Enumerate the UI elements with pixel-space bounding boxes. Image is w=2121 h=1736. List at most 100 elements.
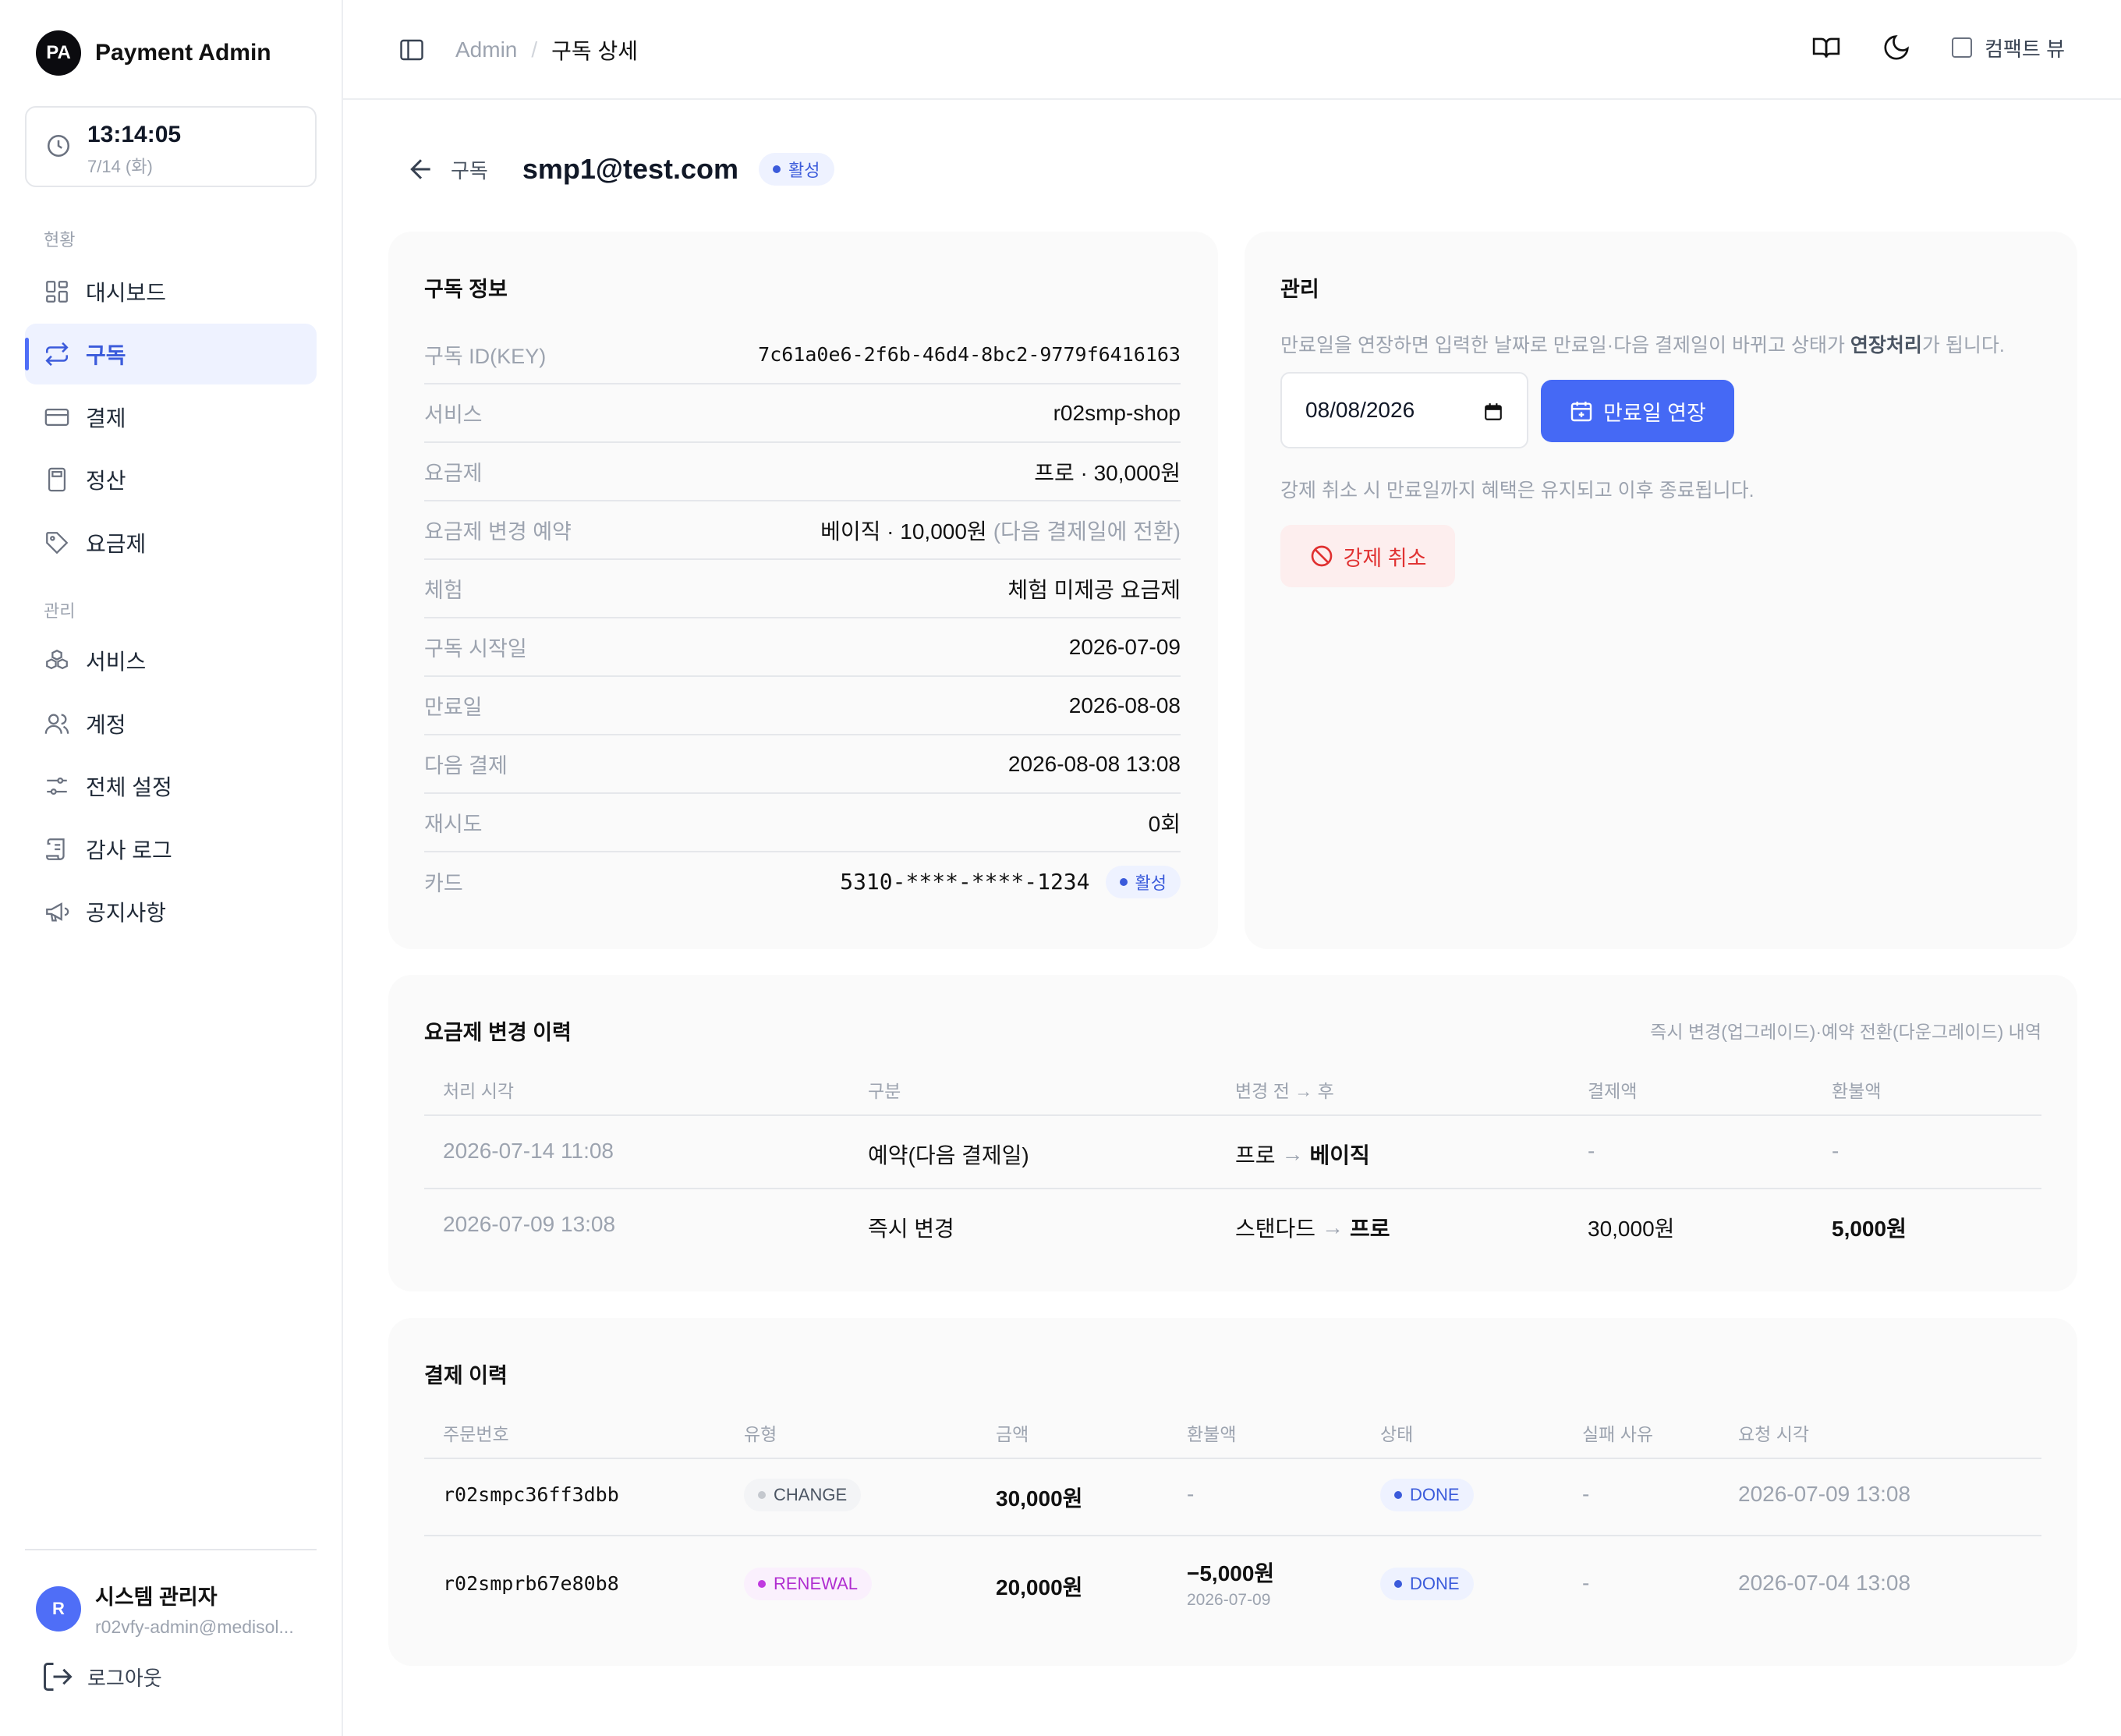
compact-view-checkbox[interactable]: [1952, 37, 1973, 58]
payment-status-badge: DONE: [1380, 1479, 1474, 1511]
sidebar-item-audit-log[interactable]: 감사 로그: [25, 819, 317, 880]
subscription-info-card: 구독 정보 구독 ID(KEY) 7c61a0e6-2f6b-46d4-8bc2…: [388, 232, 1218, 949]
sidebar-item-payments[interactable]: 결제: [25, 387, 317, 448]
page-title: smp1@test.com: [522, 153, 739, 185]
table-divider: [424, 1458, 2041, 1459]
sidebar-divider: [25, 1549, 317, 1550]
boxes-icon: [46, 649, 68, 670]
column-header: 환불액: [1832, 1081, 1882, 1101]
order-id[interactable]: r02smprb67e80b8: [443, 1572, 619, 1595]
avatar: R: [36, 1586, 81, 1631]
brand-name: Payment Admin: [95, 40, 271, 66]
sliders-icon: [47, 777, 67, 795]
info-row-start-date: 구독 시작일 2026-07-09: [424, 618, 1181, 677]
clock-date: 7/14 (화): [87, 157, 153, 176]
column-header: 금액: [996, 1424, 1029, 1444]
sidebar-item-label: 계정: [86, 713, 126, 737]
nav-section-status: 현황: [44, 230, 76, 250]
info-row-expiry: 만료일 2026-08-08: [424, 677, 1181, 735]
dashboard-icon: [46, 281, 68, 303]
info-row-plan: 요금제 프로 · 30,000원: [424, 443, 1181, 501]
book-icon[interactable]: [1811, 33, 1841, 62]
column-header: 실패 사유: [1582, 1424, 1654, 1444]
card-title: 구독 정보: [424, 278, 508, 301]
info-row-id: 구독 ID(KEY) 7c61a0e6-2f6b-46d4-8bc2-9779f…: [424, 326, 1181, 384]
clock-icon: [47, 134, 70, 158]
calendar-plus-icon: [1570, 402, 1592, 422]
info-row-service: 서비스 r02smp-shop: [424, 384, 1181, 443]
back-label: 구독: [451, 158, 488, 182]
sidebar-item-label: 전체 설정: [86, 775, 172, 799]
brand[interactable]: PA Payment Admin: [36, 30, 271, 76]
column-header: 구분: [868, 1081, 901, 1101]
plan-history-note: 즉시 변경(업그레이드)·예약 전환(다운그레이드) 내역: [1650, 1022, 2041, 1042]
back-button[interactable]: 구독: [405, 154, 488, 185]
clock-time: 13:14:05: [87, 122, 182, 147]
sidebar-item-label: 정산: [86, 469, 126, 493]
credit-card-icon: [44, 408, 69, 427]
scroll-icon: [46, 838, 65, 860]
card-status-badge: 활성: [1105, 865, 1181, 898]
column-header: 요청 시각: [1738, 1424, 1810, 1444]
plan-history-card: 요금제 변경 이력 즉시 변경(업그레이드)·예약 전환(다운그레이드) 내역 …: [388, 975, 2077, 1291]
payment-status-badge: DONE: [1380, 1568, 1474, 1600]
sidebar-item-plans[interactable]: 요금제: [25, 512, 317, 573]
clock-widget: 13:14:05 7/14 (화): [25, 106, 317, 187]
table-divider: [424, 1535, 2041, 1536]
sidebar-item-label: 대시보드: [86, 281, 167, 305]
sidebar-item-notices[interactable]: 공지사항: [25, 881, 317, 942]
column-header: 유형: [744, 1424, 777, 1444]
sidebar-item-accounts[interactable]: 계정: [25, 693, 317, 754]
force-cancel-button[interactable]: 강제 취소: [1280, 525, 1455, 587]
ban-icon: [1311, 545, 1332, 567]
breadcrumb-current: 구독 상세: [551, 39, 638, 63]
payment-type-badge: RENEWAL: [744, 1568, 872, 1600]
users-icon: [44, 714, 69, 734]
user-email: r02vfy-admin@medisol...: [95, 1617, 294, 1637]
column-header: 환불액: [1187, 1424, 1237, 1444]
breadcrumb-admin[interactable]: Admin: [455, 37, 517, 62]
sidebar-item-services[interactable]: 서비스: [25, 630, 317, 691]
breadcrumb: Admin / 구독 상세: [455, 34, 638, 66]
user-name: 시스템 관리자: [95, 1585, 218, 1609]
compact-view-label: 컴팩트 뷰: [1985, 37, 2065, 61]
sidebar-item-label: 감사 로그: [86, 838, 172, 863]
moon-icon[interactable]: [1882, 33, 1911, 62]
info-row-card: 카드 5310-****-****-1234 활성: [424, 852, 1181, 911]
sidebar-item-settings[interactable]: 전체 설정: [25, 756, 317, 817]
refund-date: 2026-07-09: [1187, 1591, 1271, 1609]
expiry-date-input[interactable]: 08/08/2026: [1280, 372, 1528, 448]
logout-label: 로그아웃: [87, 1666, 162, 1690]
logout-icon: [44, 1663, 73, 1691]
payment-type-badge: CHANGE: [744, 1479, 862, 1511]
sidebar-item-subscriptions[interactable]: 구독: [25, 324, 317, 384]
table-divider: [424, 1114, 2041, 1116]
calendar-picker-icon[interactable]: [1483, 402, 1503, 422]
info-row-trial: 체험 체험 미제공 요금제: [424, 560, 1181, 618]
status-badge: 활성: [759, 153, 834, 186]
sidebar-item-label: 요금제: [86, 532, 147, 556]
card-title: 요금제 변경 이력: [424, 1021, 572, 1044]
repeat-icon: [45, 342, 69, 367]
brand-logo: PA: [36, 30, 81, 76]
table-divider: [424, 1188, 2041, 1189]
extend-expiry-button[interactable]: 만료일 연장: [1541, 380, 1734, 442]
info-row-retry: 재시도 0회: [424, 794, 1181, 852]
header-actions: 컴팩트 뷰: [1811, 33, 2065, 62]
order-id[interactable]: r02smpc36ff3dbb: [443, 1483, 619, 1506]
sidebar-item-label: 결제: [86, 406, 126, 430]
megaphone-icon: [46, 902, 69, 922]
sidebar-item-settlement[interactable]: 정산: [25, 449, 317, 510]
cancel-description: 강제 취소 시 만료일까지 혜택은 유지되고 이후 종료됩니다.: [1280, 480, 1755, 501]
column-header: 결제액: [1588, 1081, 1638, 1101]
tag-icon: [46, 532, 69, 554]
page-header: 구독 smp1@test.com 활성: [405, 153, 834, 186]
sidebar-toggle-icon[interactable]: [398, 36, 426, 64]
logout-button[interactable]: 로그아웃: [41, 1660, 162, 1694]
calculator-icon: [48, 467, 66, 492]
sidebar-item-dashboard[interactable]: 대시보드: [25, 261, 317, 322]
payment-history-card: 결제 이력 주문번호 유형 금액 환불액 상태 실패 사유 요청 시각 r02s…: [388, 1318, 2077, 1666]
column-header: 주문번호: [443, 1424, 509, 1444]
user-profile[interactable]: R 시스템 관리자 r02vfy-admin@medisol...: [36, 1580, 294, 1638]
sidebar-item-label: 서비스: [86, 650, 147, 674]
